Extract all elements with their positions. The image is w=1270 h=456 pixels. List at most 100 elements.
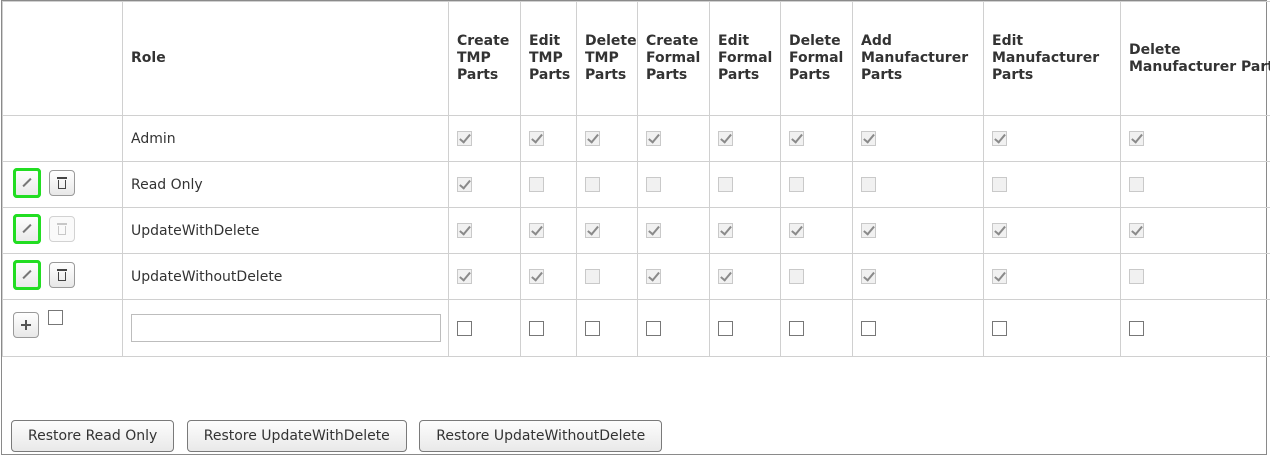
new-role-select-checkbox[interactable] (48, 310, 63, 325)
new-role-name-cell (122, 299, 449, 357)
perm-checkbox-edit-tmp-parts (529, 223, 544, 238)
new-role-actions (2, 299, 123, 357)
perm-checkbox-delete-tmp-parts (585, 177, 600, 192)
role-actions-cell (2, 253, 123, 300)
perm-checkbox-delete-tmp-parts (585, 269, 600, 284)
new-role-name-input[interactable] (131, 314, 441, 342)
perm-checkbox-delete-formal-parts (789, 177, 804, 192)
role-header-label: Role (131, 50, 166, 66)
header-delete-manufacturer-parts: Delete Manufacturer Parts (1120, 1, 1270, 116)
perm-checkbox-delete-manufacturer-parts (1129, 177, 1144, 192)
edit-role-button[interactable] (13, 168, 41, 198)
trash-icon (57, 223, 67, 235)
role-name-cell: UpdateWithoutDelete (122, 253, 449, 300)
role-row: UpdateWithoutDelete (2, 253, 1270, 300)
perm-checkbox-delete-formal-parts (789, 269, 804, 284)
trash-icon (57, 269, 67, 281)
delete-role-button (49, 216, 75, 242)
perm-checkbox-edit-formal-parts (718, 177, 733, 192)
role-name-cell: UpdateWithDelete (122, 207, 449, 254)
header-add-manufacturer-parts: Add Manufacturer Parts (852, 1, 984, 116)
header-create-tmp-parts: Create TMP Parts (448, 1, 521, 116)
role-name: Read Only (131, 176, 203, 193)
perm-checkbox-edit-manufacturer-parts (992, 223, 1007, 238)
perm-checkbox-add-manufacturer-parts (861, 131, 876, 146)
perm-checkbox-create-tmp-parts (457, 131, 472, 146)
perm-checkbox-create-formal-parts (646, 131, 661, 146)
perm-checkbox-edit-formal-parts (718, 269, 733, 284)
role-name-cell: Admin (122, 115, 449, 162)
role-row: UpdateWithDelete (2, 207, 1270, 254)
pencil-icon (22, 178, 32, 188)
delete-role-button[interactable] (49, 262, 75, 288)
restore-read-only-button[interactable]: Restore Read Only (11, 420, 175, 452)
new-perm-checkbox-create-tmp-parts[interactable] (457, 320, 472, 336)
new-perm-checkbox-edit-formal-parts[interactable] (718, 320, 733, 336)
header-edit-manufacturer-parts: Edit Manufacturer Parts (983, 1, 1121, 116)
perm-checkbox-edit-manufacturer-parts (992, 177, 1007, 192)
perm-checkbox-add-manufacturer-parts (861, 269, 876, 284)
roles-permissions-table: Role Create TMP Parts Edit TMP Parts Del… (2, 1, 1270, 357)
header-delete-formal-parts: Delete Formal Parts (780, 1, 853, 116)
new-perm-checkbox-create-formal-parts[interactable] (646, 320, 661, 336)
role-name-cell: Read Only (122, 161, 449, 208)
delete-role-button[interactable] (49, 170, 75, 196)
header-edit-formal-parts: Edit Formal Parts (709, 1, 781, 116)
new-perm-checkbox-delete-tmp-parts[interactable] (585, 320, 600, 336)
edit-role-button[interactable] (13, 260, 41, 290)
actions-header (2, 1, 123, 116)
role-actions-cell (2, 207, 123, 254)
restore-buttons-bar: Restore Read Only Restore UpdateWithDele… (11, 420, 670, 452)
trash-icon (57, 177, 67, 189)
perm-checkbox-delete-manufacturer-parts (1129, 269, 1144, 284)
new-perm-checkbox-delete-formal-parts[interactable] (789, 320, 804, 336)
new-perm-checkbox-edit-tmp-parts[interactable] (529, 320, 544, 336)
perm-checkbox-edit-manufacturer-parts (992, 269, 1007, 284)
perm-checkbox-edit-formal-parts (718, 131, 733, 146)
perm-checkbox-create-formal-parts (646, 269, 661, 284)
new-perm-checkbox-add-manufacturer-parts[interactable] (861, 320, 876, 336)
header-delete-tmp-parts: Delete TMP Parts (576, 1, 638, 116)
perm-checkbox-add-manufacturer-parts (861, 177, 876, 192)
header-row: Role Create TMP Parts Edit TMP Parts Del… (2, 1, 1270, 116)
header-edit-tmp-parts: Edit TMP Parts (520, 1, 577, 116)
perm-checkbox-delete-tmp-parts (585, 131, 600, 146)
perm-checkbox-delete-manufacturer-parts (1129, 131, 1144, 146)
perm-checkbox-create-tmp-parts (457, 177, 472, 192)
restore-update-with-delete-button[interactable]: Restore UpdateWithDelete (186, 420, 407, 452)
permissions-panel: Role Create TMP Parts Edit TMP Parts Del… (1, 0, 1270, 455)
role-row: Read Only (2, 161, 1270, 208)
perm-checkbox-add-manufacturer-parts (861, 223, 876, 238)
role-header: Role (122, 1, 449, 116)
role-actions-cell (2, 115, 123, 162)
perm-checkbox-edit-tmp-parts (529, 269, 544, 284)
perm-checkbox-create-tmp-parts (457, 269, 472, 284)
perm-checkbox-delete-tmp-parts (585, 223, 600, 238)
new-perm-checkbox-delete-manufacturer-parts[interactable] (1129, 320, 1144, 336)
role-name: Admin (131, 130, 176, 147)
perm-checkbox-delete-manufacturer-parts (1129, 223, 1144, 238)
perm-checkbox-edit-manufacturer-parts (992, 131, 1007, 146)
pencil-icon (22, 270, 32, 280)
plus-icon (21, 320, 31, 330)
new-perm-checkbox-edit-manufacturer-parts[interactable] (992, 320, 1007, 336)
role-rows: Admin Read Only UpdateWithDelete UpdateWith… (2, 115, 1270, 300)
header-create-formal-parts: Create Formal Parts (637, 1, 710, 116)
role-name: UpdateWithoutDelete (131, 268, 283, 285)
perm-checkbox-delete-formal-parts (789, 223, 804, 238)
perm-checkbox-create-formal-parts (646, 223, 661, 238)
new-role-row (2, 299, 1270, 357)
add-role-button[interactable] (13, 312, 39, 338)
perm-checkbox-edit-tmp-parts (529, 177, 544, 192)
perm-checkbox-create-tmp-parts (457, 223, 472, 238)
role-name: UpdateWithDelete (131, 222, 260, 239)
perm-checkbox-create-formal-parts (646, 177, 661, 192)
edit-role-button[interactable] (13, 214, 41, 244)
perm-checkbox-edit-formal-parts (718, 223, 733, 238)
pencil-icon (22, 224, 32, 234)
perm-checkbox-edit-tmp-parts (529, 131, 544, 146)
role-actions-cell (2, 161, 123, 208)
restore-update-without-delete-button[interactable]: Restore UpdateWithoutDelete (419, 420, 663, 452)
perm-checkbox-delete-formal-parts (789, 131, 804, 146)
role-row: Admin (2, 115, 1270, 162)
